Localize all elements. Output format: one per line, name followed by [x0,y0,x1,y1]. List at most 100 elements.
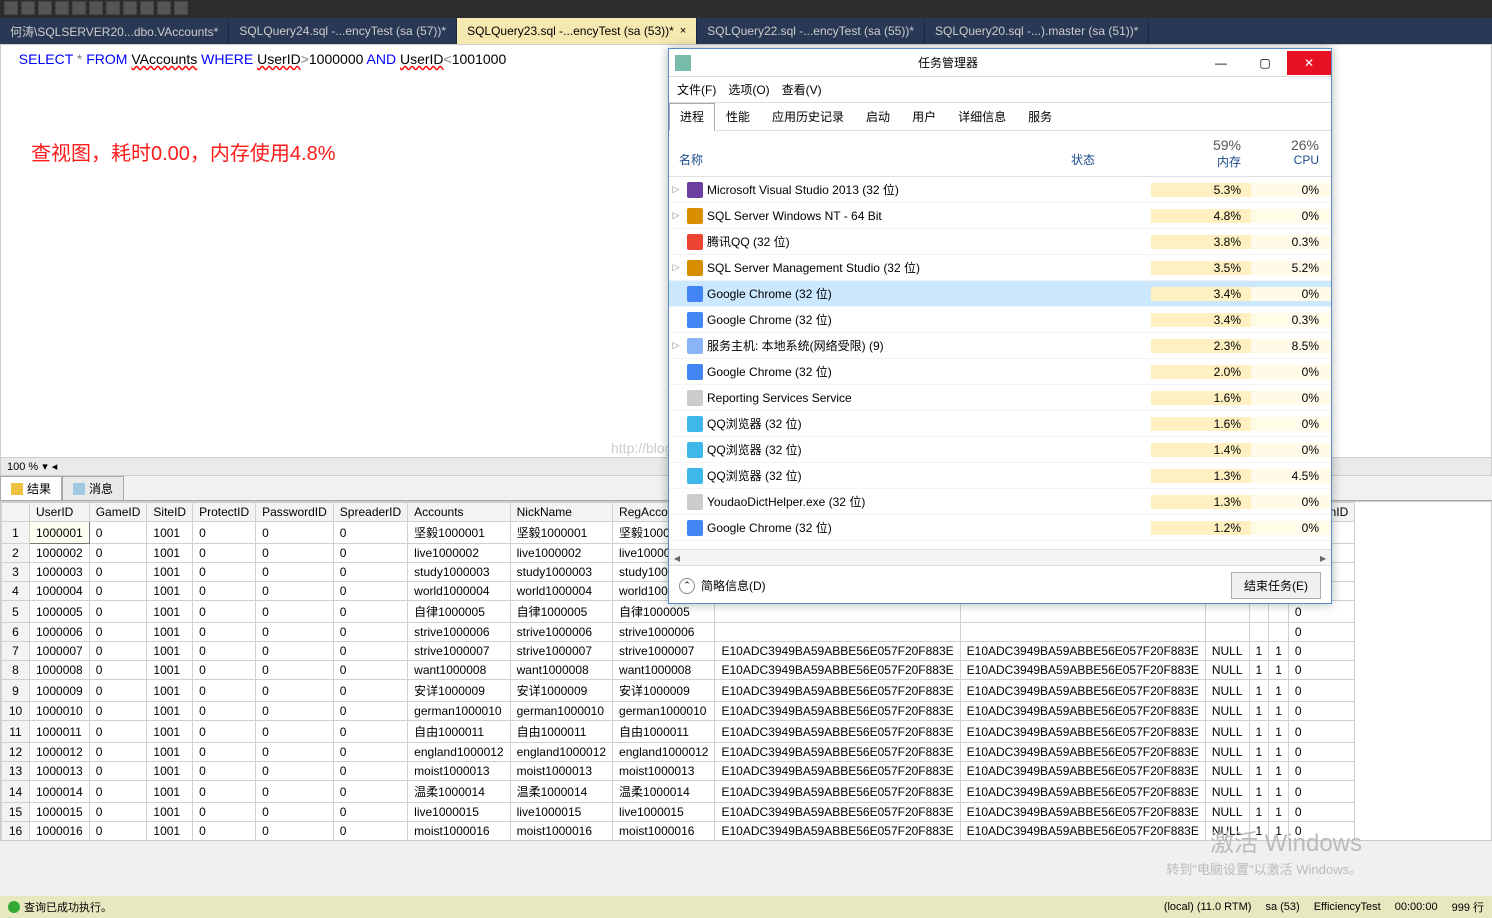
cell[interactable]: 0 [256,563,334,582]
close-button[interactable]: ✕ [1287,51,1331,75]
cell[interactable]: E10ADC3949BA59ABBE56E057F20F883E [960,702,1205,721]
cell[interactable]: want1000008 [510,661,612,680]
cell[interactable]: 0 [1288,781,1354,803]
expand-icon[interactable]: ▷ [669,262,683,273]
cell[interactable]: 1 [1249,743,1269,762]
process-row[interactable]: Google Chrome (32 位)2.0%0% [669,359,1331,385]
cell[interactable]: study1000003 [408,563,510,582]
cell[interactable] [1205,623,1249,642]
process-row[interactable]: Google Chrome (32 位)3.4%0% [669,281,1331,307]
tm-process-list[interactable]: ▷Microsoft Visual Studio 2013 (32 位)5.3%… [669,177,1331,549]
tab-messages[interactable]: 消息 [62,476,124,500]
process-row[interactable]: QQ浏览器 (32 位)1.4%0% [669,437,1331,463]
menu-item[interactable]: 选项(O) [728,81,769,98]
cell[interactable]: 1001 [147,642,193,661]
process-row[interactable]: ▷SQL Server Management Studio (32 位)3.5%… [669,255,1331,281]
cell[interactable]: E10ADC3949BA59ABBE56E057F20F883E [960,781,1205,803]
toolbar-icon[interactable] [38,1,52,15]
tm-tab[interactable]: 用户 [901,103,947,130]
process-row[interactable]: YoudaoDictHelper.exe (32 位)1.3%0% [669,489,1331,515]
cell[interactable]: 0 [256,702,334,721]
cell[interactable]: 0 [89,803,147,822]
cell[interactable]: 0 [256,661,334,680]
cell[interactable]: england1000012 [510,743,612,762]
col-cpu[interactable]: 26%CPU [1251,137,1331,170]
tab-results[interactable]: 结果 [0,476,62,500]
tm-titlebar[interactable]: 任务管理器 ― ▢ ✕ [669,49,1331,77]
cell[interactable]: 0 [333,743,407,762]
cell[interactable]: strive1000006 [613,623,715,642]
row-number[interactable]: 2 [2,544,30,563]
cell[interactable]: live1000015 [408,803,510,822]
cell[interactable]: 0 [256,582,334,601]
cell[interactable]: england1000012 [613,743,715,762]
toolbar-icon[interactable] [55,1,69,15]
cell[interactable]: E10ADC3949BA59ABBE56E057F20F883E [715,680,960,702]
col-header[interactable]: Accounts [408,503,510,522]
cell[interactable]: world1000004 [510,582,612,601]
row-number[interactable]: 5 [2,601,30,623]
cell[interactable]: 自由1000011 [613,721,715,743]
cell[interactable]: 1001 [147,661,193,680]
cell[interactable]: 1000016 [30,822,90,841]
cell[interactable]: E10ADC3949BA59ABBE56E057F20F883E [715,781,960,803]
cell[interactable]: 1000002 [30,544,90,563]
cell[interactable]: 0 [89,781,147,803]
cell[interactable]: 温柔1000014 [510,781,612,803]
cell[interactable]: 0 [333,721,407,743]
cell[interactable]: E10ADC3949BA59ABBE56E057F20F883E [960,822,1205,841]
cell[interactable]: NULL [1205,762,1249,781]
cell[interactable]: 1001 [147,563,193,582]
cell[interactable]: 0 [256,743,334,762]
cell[interactable]: 1 [1249,762,1269,781]
tm-tab[interactable]: 应用历史记录 [761,103,855,130]
cell[interactable]: 1001 [147,721,193,743]
cell[interactable]: 0 [333,702,407,721]
cell[interactable]: 0 [333,582,407,601]
cell[interactable]: moist1000016 [510,822,612,841]
cell[interactable]: 1 [1249,680,1269,702]
cell[interactable]: 0 [256,522,334,544]
expand-icon[interactable]: ▷ [669,340,683,351]
cell[interactable]: 0 [89,762,147,781]
cell[interactable]: strive1000007 [613,642,715,661]
document-tab[interactable]: SQLQuery22.sql -...encyTest (sa (55))* [697,18,925,44]
cell[interactable]: 0 [193,601,256,623]
cell[interactable]: 0 [89,642,147,661]
cell[interactable]: 1000001 [30,522,90,544]
row-number[interactable]: 8 [2,661,30,680]
cell[interactable]: 1000007 [30,642,90,661]
cell[interactable]: E10ADC3949BA59ABBE56E057F20F883E [960,680,1205,702]
toolbar-icon[interactable] [4,1,18,15]
cell[interactable]: 1001 [147,702,193,721]
cell[interactable]: world1000004 [408,582,510,601]
scroll-right-icon[interactable]: ▸ [1315,550,1331,566]
cell[interactable]: 0 [193,680,256,702]
cell[interactable]: 0 [256,822,334,841]
cell[interactable]: E10ADC3949BA59ABBE56E057F20F883E [960,721,1205,743]
cell[interactable]: 1000009 [30,680,90,702]
cell[interactable]: 0 [1288,623,1354,642]
cell[interactable]: 0 [89,822,147,841]
cell[interactable]: moist1000016 [408,822,510,841]
tm-tab[interactable]: 启动 [855,103,901,130]
cell[interactable]: 安详1000009 [510,680,612,702]
process-row[interactable]: ▷Microsoft Visual Studio 2013 (32 位)5.3%… [669,177,1331,203]
tm-tab[interactable]: 性能 [715,103,761,130]
cell[interactable]: 0 [256,623,334,642]
cell[interactable]: 0 [193,803,256,822]
cell[interactable]: 1 [1269,680,1289,702]
tab-close-icon[interactable]: × [680,25,686,37]
cell[interactable]: 0 [193,661,256,680]
cell[interactable]: 0 [256,721,334,743]
cell[interactable] [1249,623,1269,642]
cell[interactable]: 0 [193,522,256,544]
cell[interactable]: 0 [89,544,147,563]
maximize-button[interactable]: ▢ [1243,51,1287,75]
cell[interactable]: 0 [89,721,147,743]
cell[interactable]: 0 [256,642,334,661]
cell[interactable]: 0 [89,623,147,642]
col-header[interactable] [2,503,30,522]
tm-tab[interactable]: 详细信息 [947,103,1017,130]
minimize-button[interactable]: ― [1199,51,1243,75]
